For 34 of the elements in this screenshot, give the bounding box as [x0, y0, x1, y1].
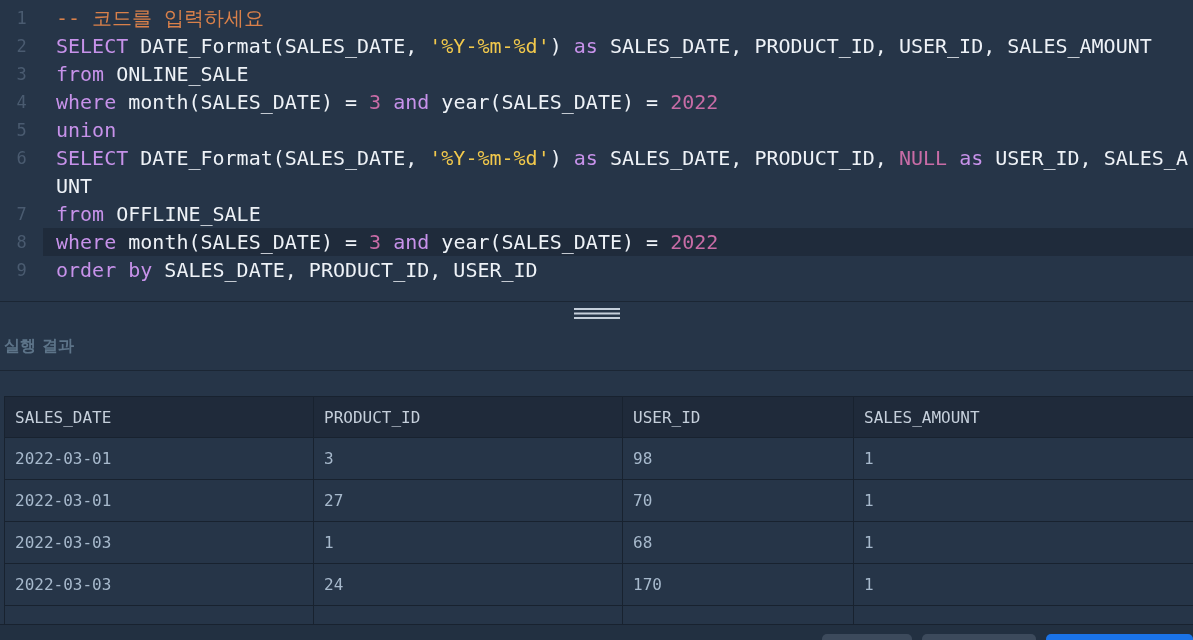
table-cell: 24 — [314, 564, 623, 606]
table-cell: 68 — [623, 522, 854, 564]
table-cell: 2022-03-03 — [5, 522, 314, 564]
code-line: order by SALES_DATE, PRODUCT_ID, USER_ID — [55, 257, 538, 284]
table-cell: 27 — [314, 480, 623, 522]
table-cell: 98 — [623, 438, 854, 480]
table-cell: 2022-03-03 — [5, 564, 314, 606]
table-cell: 1 — [854, 438, 1193, 480]
resize-handle-icon[interactable] — [573, 308, 620, 319]
column-header: PRODUCT_ID — [314, 396, 623, 438]
table-cell: 2022-03-01 — [5, 480, 314, 522]
code-line: union — [55, 117, 117, 144]
table-cell: 70 — [623, 480, 854, 522]
code-line: from ONLINE_SALE — [55, 61, 249, 88]
column-header: SALES_AMOUNT — [854, 396, 1193, 438]
action-button[interactable] — [922, 634, 1036, 640]
code-line: SELECT DATE_Format(SALES_DATE, '%Y-%m-%d') as SALES_DATE, PRODUCT_ID, USER_ID, SALES_AMOUNT — [55, 33, 1152, 60]
table-cell: 3 — [314, 438, 623, 480]
code-line: UNT — [55, 173, 93, 200]
table-cell: 1 — [854, 522, 1193, 564]
table-cell: 1 — [854, 480, 1193, 522]
table-cell: 1 — [314, 522, 623, 564]
code-line: -- 코드를 입력하세요 — [55, 4, 265, 32]
column-header: USER_ID — [623, 396, 854, 438]
code-line: where month(SALES_DATE) = 3 and year(SALES_DATE) = 2022 — [55, 89, 719, 116]
primary-button[interactable] — [1046, 634, 1193, 640]
column-header: SALES_DATE — [5, 396, 314, 438]
table-cell: 170 — [623, 564, 854, 606]
code-line: from OFFLINE_SALE — [55, 201, 261, 228]
table-cell: 1 — [854, 564, 1193, 606]
action-button[interactable] — [822, 634, 912, 640]
table-cell: 2022-03-01 — [5, 438, 314, 480]
section-title: 실행 결과 — [3, 336, 74, 357]
code-line: SELECT DATE_Format(SALES_DATE, '%Y-%m-%d') as SALES_DATE, PRODUCT_ID, NULL as USER_ID, SALES_A — [55, 145, 1188, 172]
